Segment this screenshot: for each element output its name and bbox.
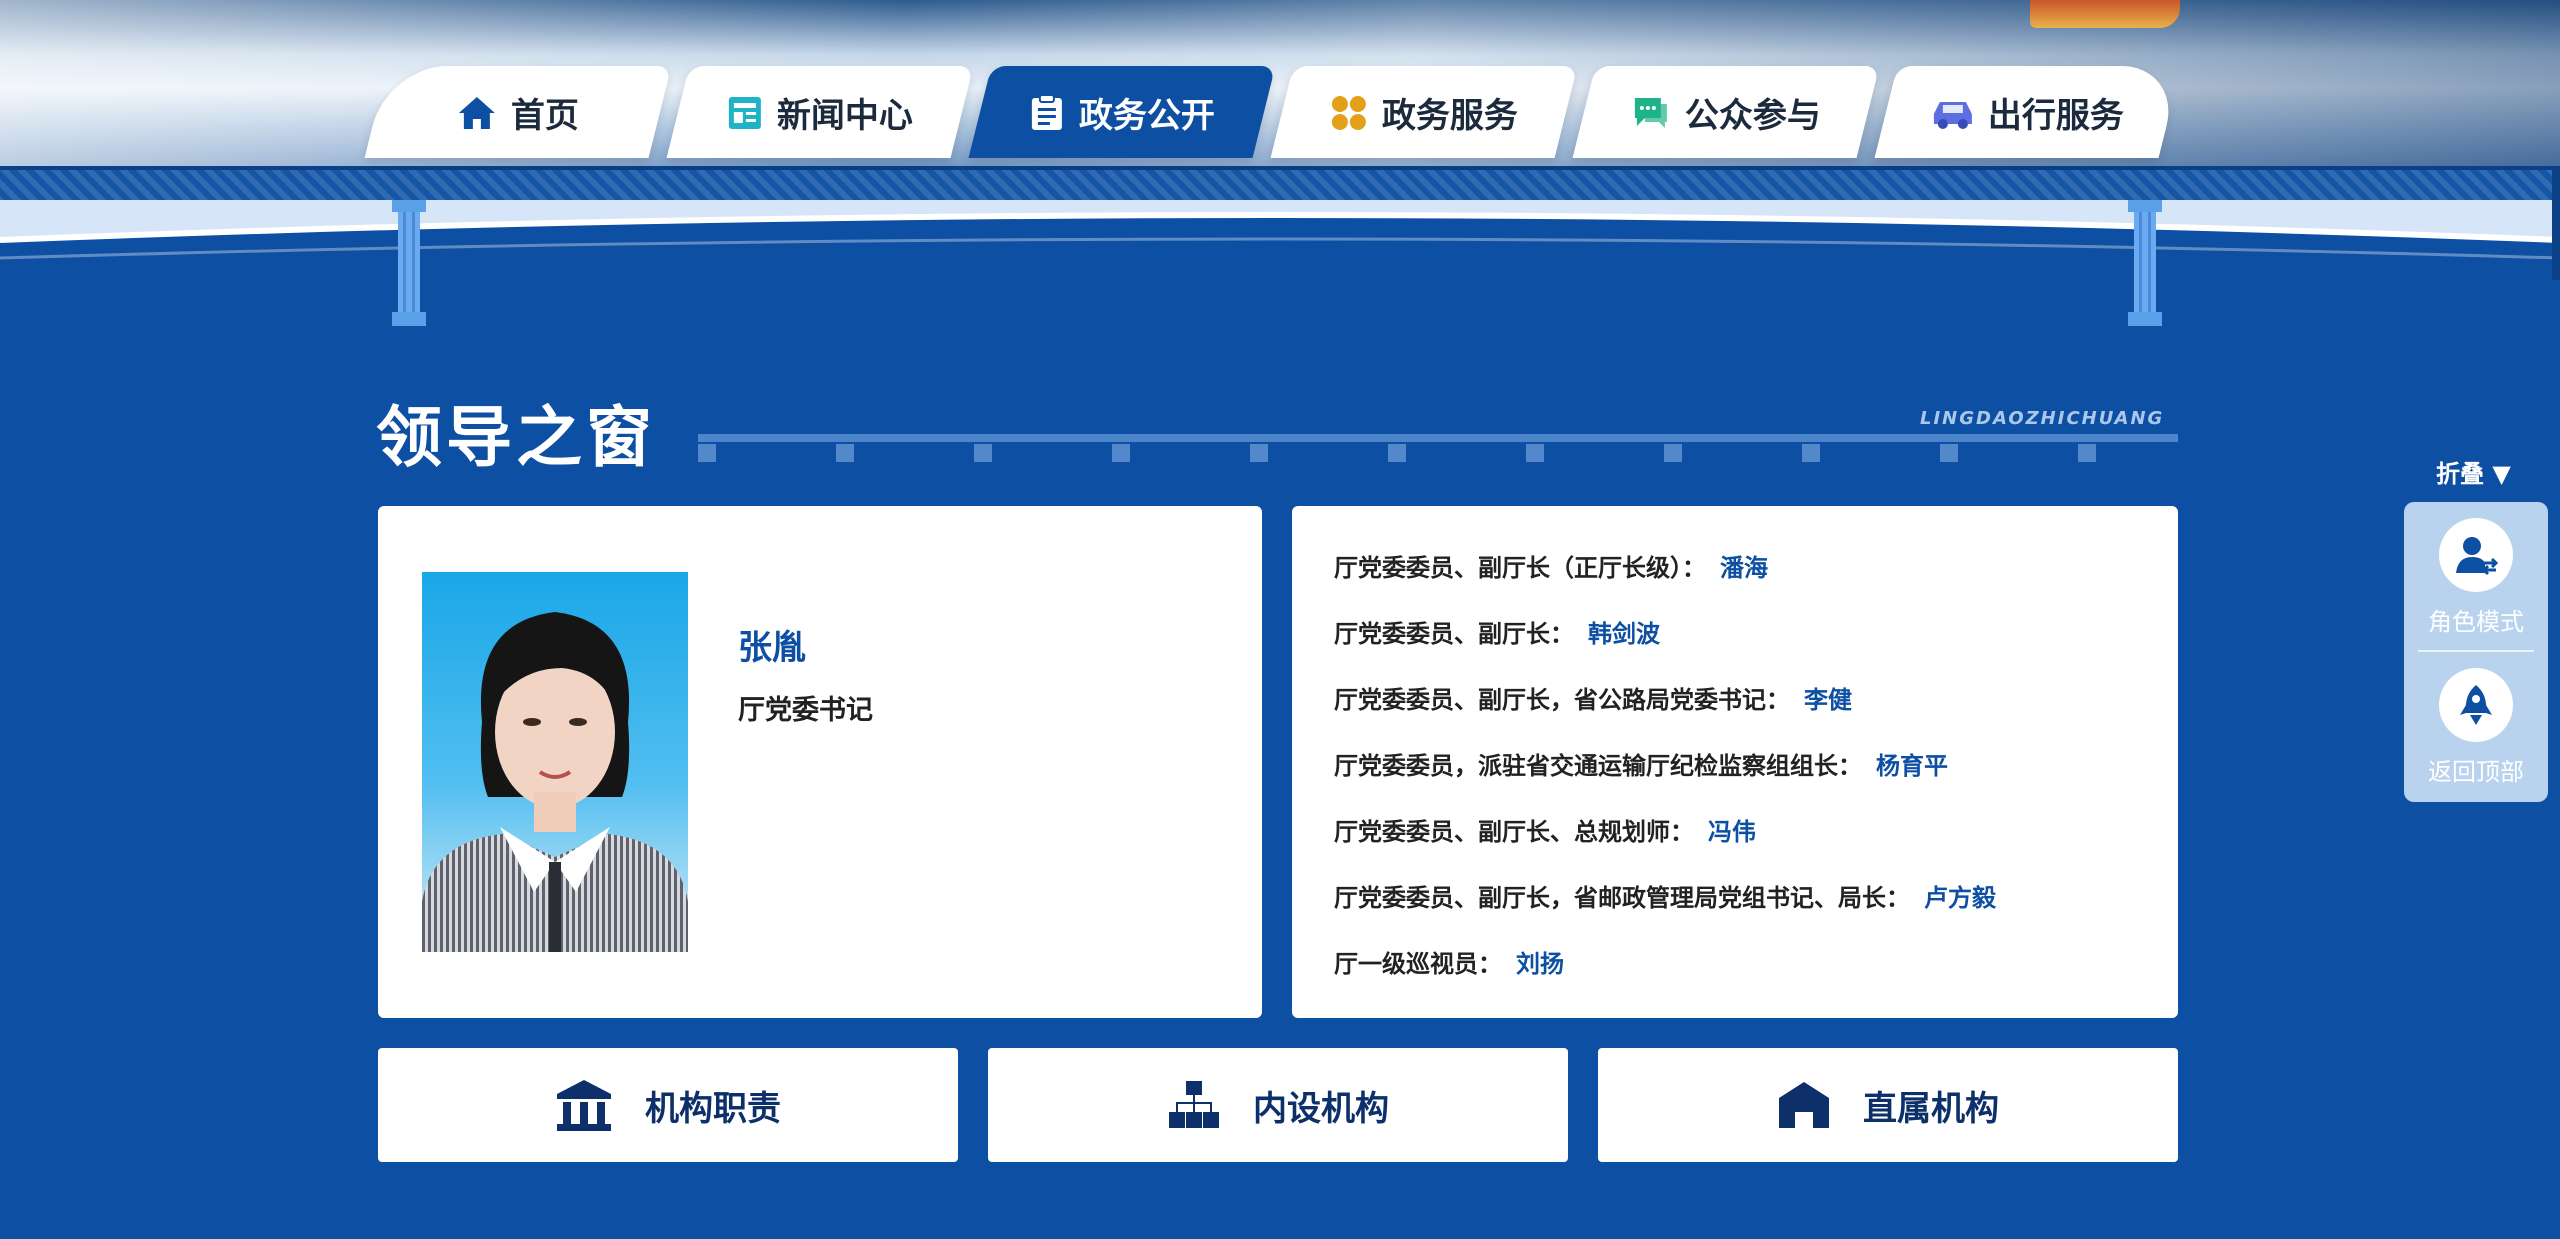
- sidebar-label: 返回顶部: [2428, 758, 2524, 786]
- home-icon: [459, 96, 495, 128]
- institution-duties-button[interactable]: 机构职责: [378, 1048, 958, 1162]
- tab-label: 出行服务: [1988, 95, 2124, 136]
- leader-name-link[interactable]: 韩剑波: [1588, 620, 1660, 648]
- leader-card: 张胤 厅党委书记: [378, 506, 1262, 1018]
- role-mode-button[interactable]: 角色模式: [2404, 502, 2548, 650]
- tab-label: 新闻中心: [777, 95, 913, 136]
- list-item: 厅党委委员、副厅长、总规划师： 冯伟: [1334, 812, 1996, 878]
- leader-name-link[interactable]: 杨育平: [1876, 752, 1948, 780]
- leader-role: 厅党委委员、副厅长、总规划师：: [1334, 818, 1694, 846]
- list-item: 厅党委委员、副厅长（正厅长级）： 潘海: [1334, 548, 1996, 614]
- leader-role: 厅党委委员、副厅长：: [1334, 620, 1574, 648]
- right-edge-tab: [2552, 170, 2560, 280]
- tab-home[interactable]: 首页: [364, 66, 672, 158]
- leader-name-link[interactable]: 刘扬: [1516, 950, 1564, 978]
- back-to-top-button[interactable]: 返回顶部: [2404, 652, 2548, 800]
- leader-title: 厅党委书记: [738, 695, 873, 726]
- pillar-right: [2128, 200, 2162, 326]
- role-mode-circle: [2439, 518, 2513, 592]
- fold-label: 折叠: [2436, 460, 2484, 488]
- portrait-image: [422, 612, 688, 952]
- internal-departments-button[interactable]: 内设机构: [988, 1048, 1568, 1162]
- affiliated-institutions-button[interactable]: 直属机构: [1598, 1048, 2178, 1162]
- leader-name-link[interactable]: 潘海: [1720, 554, 1768, 582]
- document-icon: [1032, 93, 1062, 129]
- banner-boat-image: [2030, 0, 2180, 28]
- fold-toggle[interactable]: 折叠 ▼: [2436, 454, 2511, 489]
- leader-role: 厅党委委员，派驻省交通运输厅纪检监察组组长：: [1334, 752, 1862, 780]
- org-chart-icon: [1169, 1081, 1219, 1128]
- list-item: 厅党委委员、副厅长，省邮政管理局党组书记、局长： 卢方毅: [1334, 878, 1996, 944]
- pillar-left: [392, 200, 426, 326]
- leader-name[interactable]: 张胤: [738, 620, 806, 669]
- car-icon: [1934, 101, 1972, 128]
- list-item: 厅党委委员，派驻省交通运输厅纪检监察组组长： 杨育平: [1334, 746, 1996, 812]
- leader-name-link[interactable]: 李健: [1804, 686, 1852, 714]
- leader-photo[interactable]: [422, 572, 688, 952]
- leader-role: 厅一级巡视员：: [1334, 950, 1502, 978]
- back-to-top-circle: [2439, 668, 2513, 742]
- button-label: 内设机构: [1253, 1088, 1389, 1129]
- tab-label: 政务服务: [1382, 95, 1518, 136]
- tab-public-participation[interactable]: 公众参与: [1572, 66, 1880, 158]
- leaders-list-card: 厅党委委员、副厅长（正厅长级）： 潘海 厅党委委员、副厅长： 韩剑波 厅党委委员、副…: [1292, 506, 2178, 1018]
- section-rail-ticks: [698, 444, 2178, 462]
- tab-government-services[interactable]: 政务服务: [1270, 66, 1578, 158]
- grid-icon: [1332, 95, 1366, 129]
- bridge-arch-decoration: [0, 200, 2560, 260]
- tab-news-center[interactable]: 新闻中心: [666, 66, 974, 158]
- user-switch-icon: [2456, 537, 2498, 576]
- leader-name-link[interactable]: 卢方毅: [1924, 884, 1996, 912]
- tab-label: 政务公开: [1079, 95, 1215, 136]
- tab-label: 公众参与: [1685, 95, 1821, 136]
- tab-label: 首页: [511, 95, 579, 136]
- sidebar-label: 角色模式: [2428, 608, 2524, 636]
- section-rail: [698, 434, 2178, 442]
- leaders-list: 厅党委委员、副厅长（正厅长级）： 潘海 厅党委委员、副厅长： 韩剑波 厅党委委员、副…: [1334, 548, 1996, 1010]
- leader-name-link[interactable]: 冯伟: [1708, 818, 1756, 846]
- list-item: 厅党委委员、副厅长： 韩剑波: [1334, 614, 1996, 680]
- floating-sidebar: 角色模式 返回顶部: [2404, 502, 2548, 802]
- institution-icon: [557, 1080, 611, 1131]
- rocket-icon: [2460, 685, 2492, 725]
- tab-travel-services[interactable]: 出行服务: [1874, 66, 2182, 158]
- section-title: 领导之窗: [376, 399, 656, 476]
- section-subtitle: LINGDAOZHICHUANG: [1920, 408, 2165, 429]
- triangle-down-icon: ▼: [2492, 460, 2511, 488]
- tab-government-affairs[interactable]: 政务公开: [968, 66, 1276, 158]
- building-icon: [1779, 1082, 1829, 1128]
- list-item: 厅党委委员、副厅长，省公路局党委书记： 李健: [1334, 680, 1996, 746]
- leader-role: 厅党委委员、副厅长，省邮政管理局党组书记、局长：: [1334, 884, 1910, 912]
- chat-icon: [1635, 97, 1667, 127]
- leader-role: 厅党委委员、副厅长，省公路局党委书记：: [1334, 686, 1790, 714]
- button-label: 直属机构: [1863, 1088, 1999, 1129]
- button-label: 机构职责: [645, 1088, 781, 1129]
- news-icon: [729, 96, 761, 128]
- leader-role: 厅党委委员、副厅长（正厅长级）：: [1334, 554, 1706, 582]
- list-item: 厅一级巡视员： 刘扬: [1334, 944, 1996, 1010]
